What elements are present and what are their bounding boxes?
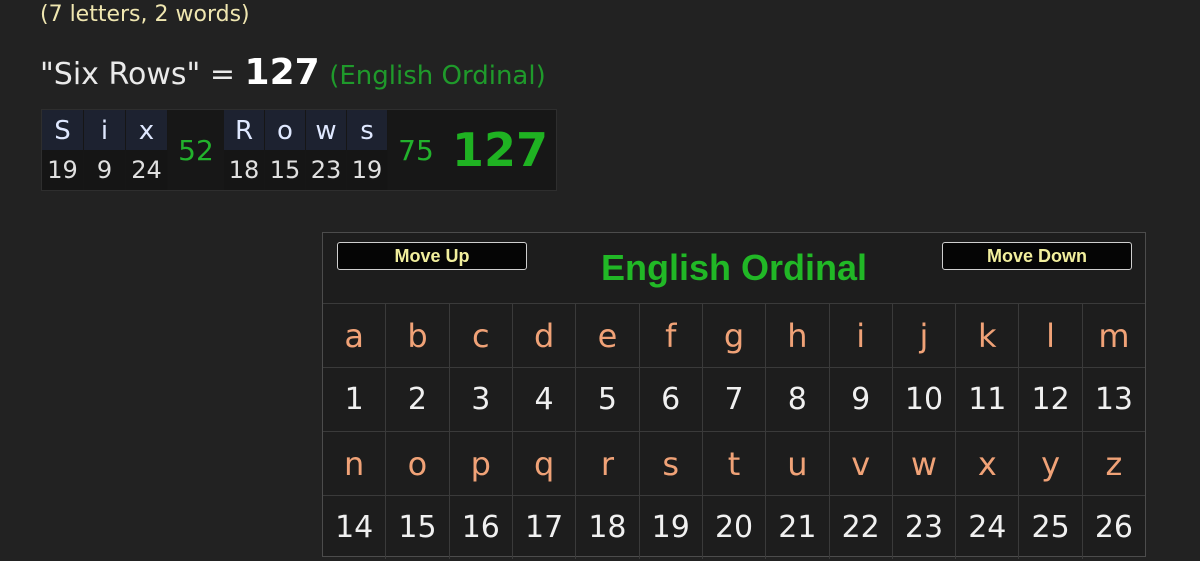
- word-sum: 75: [388, 110, 444, 190]
- cipher-letter-cell: y: [1019, 432, 1083, 495]
- cipher-letter-cell: h: [766, 304, 830, 367]
- cipher-letter-cell: p: [450, 432, 513, 495]
- cipher-value-cell: 26: [1094, 510, 1133, 545]
- cipher-value-cell: 24: [956, 496, 1020, 559]
- cipher-value-cell: 2: [386, 368, 450, 431]
- breakdown-letter-column: s 19: [347, 110, 388, 190]
- breakdown-letter-value: 19: [42, 150, 84, 190]
- cipher-letter-cell: j: [893, 304, 957, 367]
- breakdown-letter-column: x 24: [126, 110, 168, 190]
- cipher-value-cell: 5: [576, 368, 640, 431]
- breakdown-letter: x: [126, 110, 168, 150]
- breakdown-letter-column: S 19: [42, 110, 84, 190]
- word-sum: 52: [168, 110, 224, 190]
- cipher-letter-cell: k: [956, 304, 1020, 367]
- breakdown-letter: i: [84, 110, 126, 150]
- cipher-letter-cell: q: [513, 432, 577, 495]
- cipher-value-cell: 15: [386, 496, 450, 559]
- cipher-letter-cell: w: [893, 432, 957, 495]
- cipher-value-cell: 1: [323, 368, 387, 431]
- cipher-letter-cell: c: [450, 304, 513, 367]
- breakdown-grand-total: 127: [444, 110, 556, 190]
- breakdown-letter-column: w 23: [306, 110, 347, 190]
- cipher-letter-cell: r: [576, 432, 640, 495]
- cipher-letter-cell: f: [640, 304, 703, 367]
- cipher-value-cell: 13: [1094, 382, 1133, 417]
- cipher-letter-cell: u: [766, 432, 830, 495]
- cipher-letter-cell: i: [830, 304, 893, 367]
- breakdown-letter-value: 23: [306, 150, 347, 190]
- cipher-letter-cell: s: [640, 432, 703, 495]
- breakdown-letter: s: [347, 110, 388, 150]
- cipher-value-cell: 19: [640, 496, 703, 559]
- cipher-letter-cell: l: [1019, 304, 1083, 367]
- cipher-value-cell: 22: [830, 496, 893, 559]
- cipher-value-cell: 23: [893, 496, 957, 559]
- cipher-value-cell: 7: [703, 368, 767, 431]
- cipher-value-cell: 16: [450, 496, 513, 559]
- move-down-button[interactable]: Move Down: [942, 242, 1132, 270]
- letter-word-count: (7 letters, 2 words): [40, 2, 250, 27]
- breakdown-letter-value: 18: [224, 150, 265, 190]
- cipher-letter-row: abcdefghijklm: [323, 304, 1145, 368]
- cipher-value-cell: 11: [956, 368, 1020, 431]
- cipher-value-cell: 3: [450, 368, 513, 431]
- breakdown-letter-value: 19: [347, 150, 388, 190]
- cipher-grid: a b c d e f g h i j k l m 1 2 3 4 5 6 7 8 9 10 11 12 13 n o p q r s t u v w…: [323, 304, 1145, 559]
- cipher-letter-cell: x: [956, 432, 1020, 495]
- cipher-value-cell: 14: [323, 496, 387, 559]
- cipher-letter-cell: a: [323, 304, 387, 367]
- breakdown-letter-column: i9: [84, 110, 126, 190]
- cipher-value-cell: 17: [513, 496, 577, 559]
- cipher-value-cell: 8: [766, 368, 830, 431]
- cipher-chart-header: Move Up English Ordinal Move Down: [323, 233, 1145, 304]
- phrase-total: 127: [244, 52, 320, 93]
- cipher-letter-cell: b: [386, 304, 450, 367]
- cipher-value-cell: 25: [1019, 496, 1083, 559]
- cipher-chart: Move Up English Ordinal Move Down abcdef…: [322, 232, 1146, 559]
- cipher-value-cell: 10: [893, 368, 957, 431]
- breakdown-word: R 18 o 15 w 23 s 19: [224, 110, 388, 190]
- cipher-letter-cell: g: [703, 304, 767, 367]
- cipher-name-link[interactable]: (English Ordinal): [329, 61, 546, 91]
- letter-breakdown-table: S 19 i 9 x 24 52 R 18 o 15 w 23 s 19 75 127: [41, 109, 557, 191]
- cipher-letter-cell: z: [1105, 444, 1123, 483]
- cipher-letter-cell: v: [830, 432, 893, 495]
- breakdown-letter-column: R 18: [224, 110, 265, 190]
- breakdown-letter-value: 15: [265, 150, 306, 190]
- cipher-value-cell: 9: [830, 368, 893, 431]
- cipher-value-cell: 4: [513, 368, 577, 431]
- breakdown-letter-column: o 15: [265, 110, 306, 190]
- cipher-value-cell: 20: [703, 496, 767, 559]
- cipher-letter-cell: e: [576, 304, 640, 367]
- breakdown-letter-value: 24: [126, 150, 168, 190]
- cipher-letter-cell: m: [1098, 316, 1130, 355]
- cipher-letter-cell: d: [513, 304, 577, 367]
- cipher-value-cell: 12: [1019, 368, 1083, 431]
- breakdown-letter-value: 9: [84, 150, 126, 190]
- cipher-value-row: 1 2 3 4 5 6 7 8 9 10 11 12 13: [323, 368, 1145, 432]
- phrase-text: "Six Rows": [40, 57, 201, 92]
- cipher-value-cell: 18: [576, 496, 640, 559]
- equals-sign: =: [209, 57, 235, 92]
- cipher-value-cell: 21: [766, 496, 830, 559]
- cipher-letter-row: nopqrstuvwxyz: [323, 432, 1145, 496]
- breakdown-letter: S: [42, 110, 84, 150]
- cipher-value-cell: 6: [640, 368, 703, 431]
- cipher-letter-cell: n: [323, 432, 387, 495]
- breakdown-word: S 19 i 9 x 24: [42, 110, 168, 190]
- cipher-letter-cell: o: [386, 432, 450, 495]
- breakdown-letter: o: [265, 110, 306, 150]
- breakdown-letter: w: [306, 110, 347, 150]
- cipher-value-row: 14 15 16 17 18 19 20 21 22 23 24 25 26: [323, 496, 1145, 559]
- cipher-letter-cell: t: [703, 432, 767, 495]
- breakdown-letter: R: [224, 110, 265, 150]
- phrase-summary: "Six Rows" = 127 (English Ordinal): [40, 52, 546, 93]
